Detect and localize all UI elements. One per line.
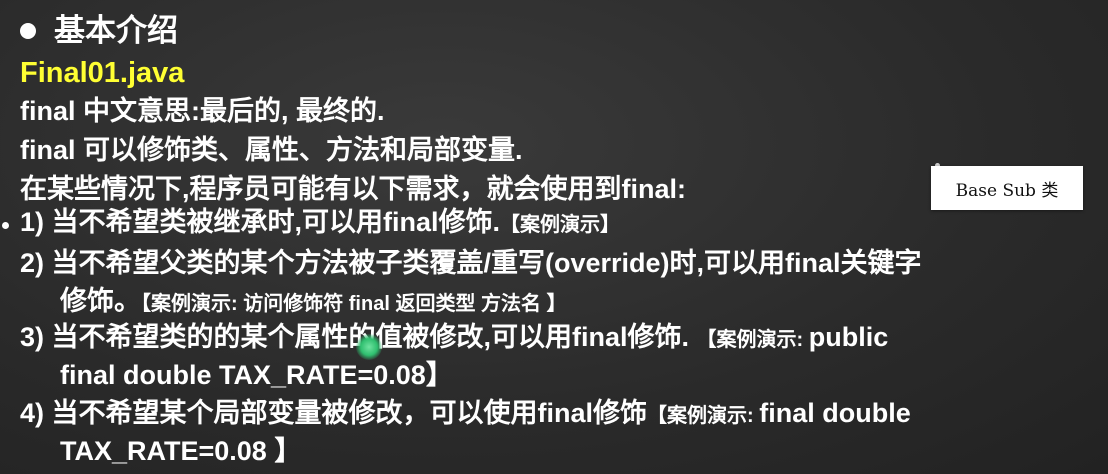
pointer-dot-icon <box>2 222 9 229</box>
bullet-icon <box>20 23 36 39</box>
list-item-1: 1) 当不希望类被继承时,可以用final修饰.【案例演示】 <box>20 205 620 242</box>
heading-text: 基本介绍 <box>54 13 178 48</box>
item-1-text: 1) 当不希望类被继承时,可以用final修饰. <box>20 207 501 237</box>
item-4-text: 4) 当不希望某个局部变量被修改，可以使用final修饰 <box>20 398 648 428</box>
list-item-4: 4) 当不希望某个局部变量被修改，可以使用final修饰【案例演示: final… <box>20 396 911 433</box>
slide: 基本介绍 Final01.java final 中文意思:最后的, 最终的. f… <box>0 0 1108 474</box>
list-item-3: 3) 当不希望类的的某个属性的值被修改,可以用final修饰. 【案例演示: p… <box>20 320 888 357</box>
intro-line-2: final 可以修饰类、属性、方法和局部变量. <box>20 135 523 165</box>
section-heading: 基本介绍 <box>20 14 178 48</box>
item-4-demo: 【案例演示: <box>647 405 760 427</box>
item-2-cont-text: 修饰。 <box>60 286 141 316</box>
item-2-demo: 【案例演示: 访问修饰符 final 返回类型 方法名 】 <box>141 293 567 315</box>
item-1-demo: 【案例演示】 <box>500 214 621 236</box>
intro-line-3: 在某些情况下,程序员可能有以下需求，就会使用到final: <box>20 174 686 204</box>
list-item-3-cont: final double TAX_RATE=0.08】 <box>60 360 453 390</box>
item-3-demo: 【案例演示: <box>696 329 809 351</box>
list-item-2: 2) 当不希望父类的某个方法被子类覆盖/重写(override)时,可以用fin… <box>20 246 922 280</box>
intro-line-1: final 中文意思:最后的, 最终的. <box>20 96 385 126</box>
item-2-text: 2) 当不希望父类的某个方法被子类覆盖/重写(override)时,可以用fin… <box>20 248 922 278</box>
item-3-demo-tail: public <box>808 322 889 352</box>
filename-label: Final01.java <box>20 57 185 89</box>
cursor-highlight-icon <box>356 334 382 360</box>
list-item-4-cont: TAX_RATE=0.08 】 <box>60 436 302 466</box>
sticky-note[interactable]: Base Sub 类 <box>931 166 1083 210</box>
item-4-demo-tail: final double <box>759 398 911 428</box>
list-item-2-cont: 修饰。【案例演示: 访问修饰符 final 返回类型 方法名 】 <box>60 284 567 321</box>
